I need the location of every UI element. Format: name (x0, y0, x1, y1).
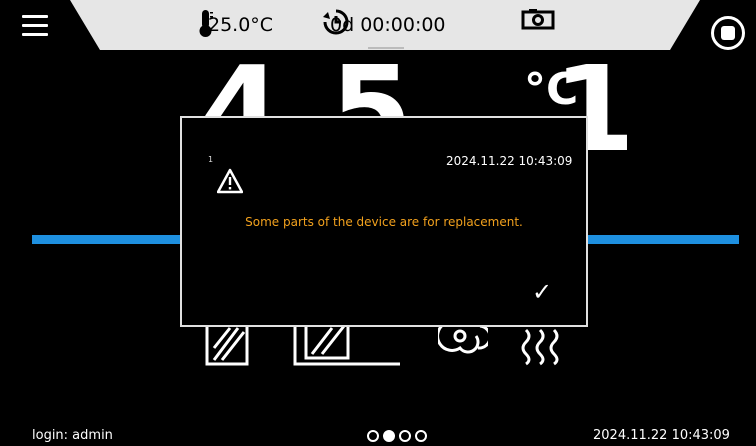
page-dot-3[interactable] (399, 430, 411, 442)
page-indicator (367, 430, 427, 442)
stop-icon[interactable] (711, 16, 745, 50)
login-status: login: admin (32, 428, 113, 443)
page-dot-4[interactable] (415, 430, 427, 442)
alarm-index: 1 (208, 155, 214, 164)
warning-icon (217, 168, 243, 194)
timer[interactable]: 0d 00:00:00 (322, 8, 446, 42)
alarm-message: Some parts of the device are for replace… (245, 215, 523, 229)
alarm-dialog: 1 2024.11.22 10:43:09 Some parts of the … (180, 116, 588, 327)
page-dot-2[interactable] (383, 430, 395, 442)
ambient-temperature: 25.0°C (198, 8, 273, 42)
page-dot-1[interactable] (367, 430, 379, 442)
ambient-temperature-value: 25.0°C (208, 14, 274, 36)
menu-icon[interactable] (22, 15, 48, 41)
alarm-datetime: 2024.11.22 10:43:09 (446, 154, 573, 168)
temperature-unit: °C (524, 64, 579, 115)
confirm-button[interactable]: ✓ (532, 278, 552, 306)
thermometer-icon (199, 10, 213, 37)
footer-clock: 2024.11.22 10:43:09 (593, 428, 730, 443)
timer-icon (323, 9, 349, 35)
camera-icon (521, 9, 555, 30)
temperature-progress-bar-left (32, 235, 182, 244)
temperature-progress-bar-right (588, 235, 739, 244)
